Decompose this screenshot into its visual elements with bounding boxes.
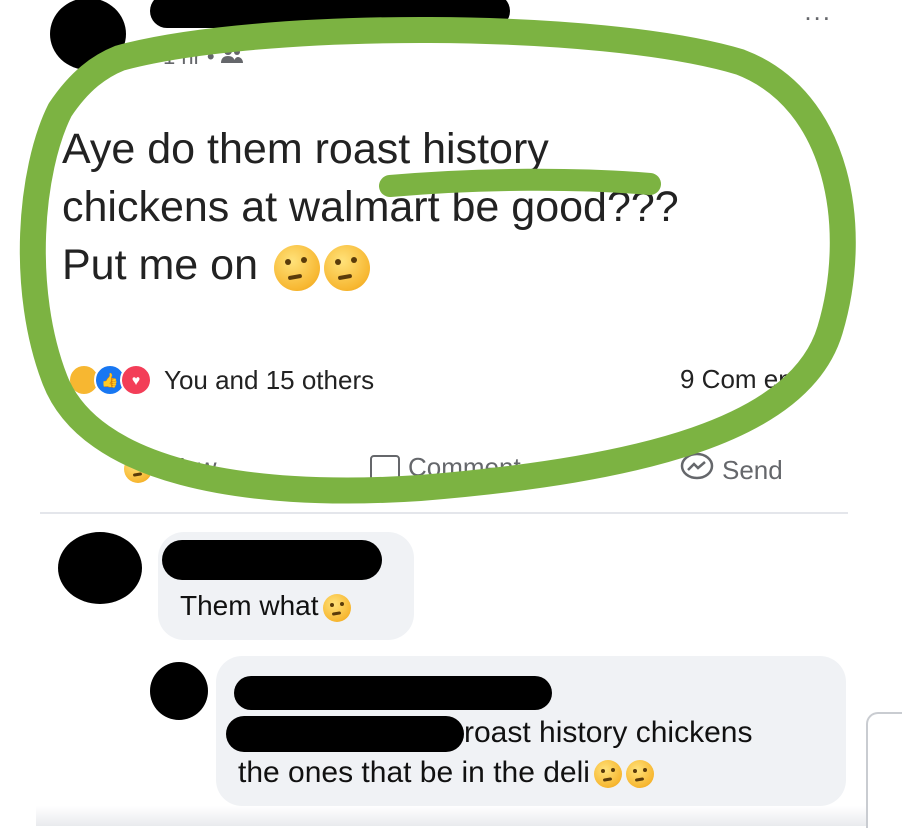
thinking-face-emoji (593, 760, 622, 789)
comment-text: Them what (180, 590, 351, 622)
redacted-avatar (150, 662, 208, 720)
redacted-avatar (58, 532, 142, 604)
thinking-face-emoji (625, 760, 654, 789)
flushed-face-emoji (322, 593, 351, 622)
redacted-commenter-name (234, 676, 552, 710)
bottom-gradient (36, 806, 866, 826)
comment-2-line-2: the ones that be in the deli (238, 756, 654, 790)
comment-1-text: Them what (180, 590, 319, 621)
comment-2-line-1: roast history chickens (464, 716, 753, 749)
section-divider (40, 512, 848, 514)
redacted-commenter-name (162, 540, 382, 580)
comment-2-text: the ones that be in the deli (238, 756, 590, 789)
scroll-edge[interactable] (866, 712, 902, 828)
redacted-text (226, 716, 464, 752)
